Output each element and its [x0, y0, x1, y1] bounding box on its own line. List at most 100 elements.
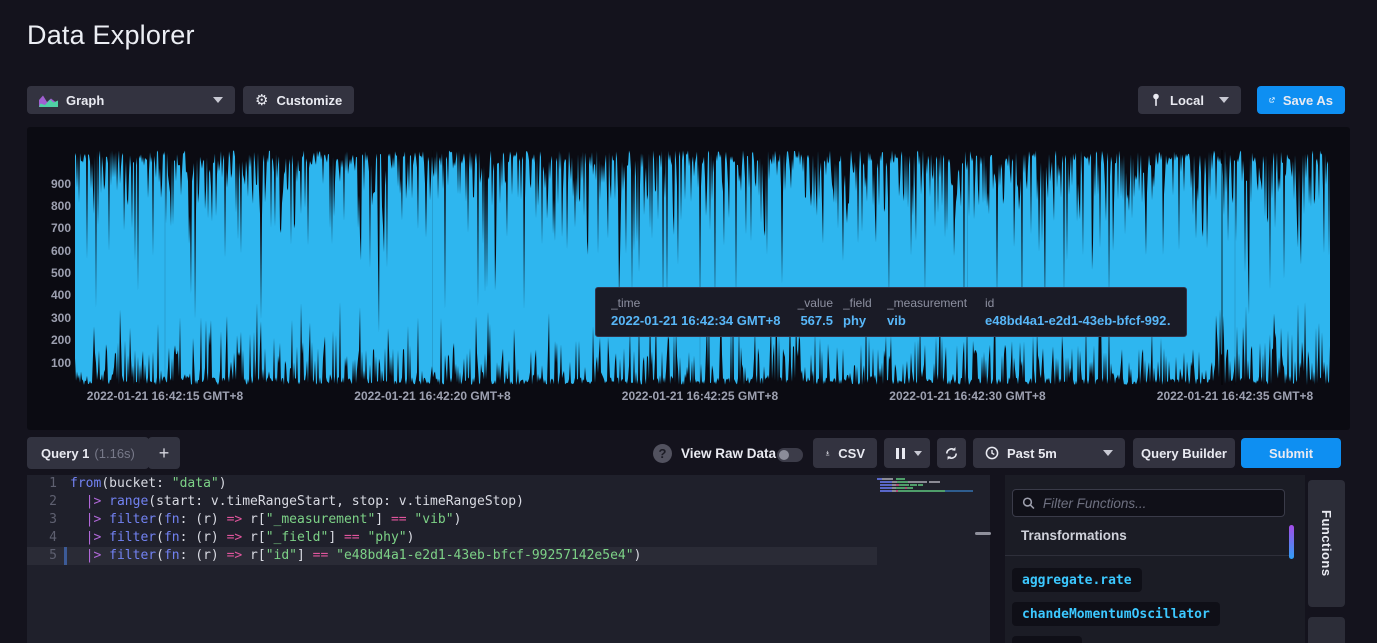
tooltip-column: _time 2022-01-21 16:42:34 GMT+8	[611, 296, 791, 328]
tooltip-column: _measurementvib	[887, 296, 985, 328]
query-duration: (1.16s)	[94, 446, 134, 461]
x-tick-label: 2022-01-21 16:42:25 GMT+8	[622, 389, 778, 403]
view-raw-data-label: View Raw Data	[681, 446, 776, 461]
save-as-button[interactable]: Save As	[1257, 86, 1345, 114]
tab-secondary[interactable]	[1308, 617, 1345, 643]
y-tick-label: 400	[31, 288, 71, 302]
code-line[interactable]: 3 |> filter(fn: (r) => r["_measurement"]…	[27, 511, 990, 529]
tooltip-value: e48bd4a1-e2d1-43eb-bfcf-992…	[985, 313, 1171, 328]
y-tick-label: 300	[31, 311, 71, 325]
minimap-row	[877, 478, 987, 480]
x-tick-label: 2022-01-21 16:42:20 GMT+8	[354, 389, 510, 403]
y-tick-label: 500	[31, 266, 71, 280]
section-title: Transformations	[1021, 528, 1127, 543]
tooltip-value: 567.5	[791, 313, 833, 328]
tooltip-header: _value	[791, 296, 833, 310]
panel-resize-handle[interactable]	[975, 532, 991, 535]
minimap-row	[877, 487, 987, 489]
chart-series-area	[75, 151, 1330, 386]
query-builder-button[interactable]: Query Builder	[1133, 438, 1235, 468]
tab-functions-label: Functions	[1319, 510, 1334, 577]
minimap-row	[877, 484, 987, 486]
refresh-button[interactable]	[937, 438, 966, 468]
search-icon	[1022, 496, 1035, 510]
export-icon	[1269, 93, 1275, 107]
pause-button[interactable]	[884, 438, 930, 468]
code-text: |> filter(fn: (r) => r["_field"] == "phy…	[57, 529, 414, 547]
editor-minimap[interactable]	[877, 478, 987, 493]
panel-scrollbar[interactable]	[1289, 525, 1294, 559]
code-line[interactable]: 5 |> filter(fn: (r) => r["id"] == "e48bd…	[27, 547, 877, 565]
y-tick-label: 100	[31, 356, 71, 370]
tooltip-header: _field	[843, 296, 887, 310]
submit-label: Submit	[1269, 446, 1313, 461]
download-icon	[825, 446, 830, 460]
save-as-label: Save As	[1283, 93, 1333, 108]
y-tick-label: 600	[31, 244, 71, 258]
tooltip-value: 2022-01-21 16:42:34 GMT+8	[611, 313, 791, 328]
tooltip-column: ide48bd4a1-e2d1-43eb-bfcf-992…	[985, 296, 1171, 328]
divider	[1005, 555, 1290, 556]
clock-icon	[985, 446, 999, 460]
csv-download-button[interactable]: CSV	[813, 438, 877, 468]
tooltip-header: _time	[611, 296, 791, 310]
query-tab-label: Query 1	[41, 446, 89, 461]
code-text: |> filter(fn: (r) => r["id"] == "e48bd4a…	[57, 547, 641, 565]
y-tick-label: 200	[31, 333, 71, 347]
flux-code-editor[interactable]: 1from(bucket: "data")2 |> range(start: v…	[27, 475, 990, 643]
tooltip-column: _value 567.5	[791, 296, 833, 328]
customize-button[interactable]: ⚙ Customize	[243, 86, 354, 114]
code-line[interactable]: 4 |> filter(fn: (r) => r["_field"] == "p…	[27, 529, 990, 547]
query-builder-label: Query Builder	[1141, 446, 1227, 461]
help-icon[interactable]: ?	[653, 444, 672, 463]
y-tick-label: 900	[31, 177, 71, 191]
chevron-down-icon	[914, 451, 922, 456]
chart-plot[interactable]	[75, 150, 1330, 385]
line-number: 3	[27, 511, 57, 529]
chevron-down-icon	[213, 97, 223, 103]
x-tick-label: 2022-01-21 16:42:30 GMT+8	[889, 389, 1045, 403]
tooltip-value: vib	[887, 313, 985, 328]
function-chip[interactable]: aggregate.rate	[1012, 568, 1142, 592]
minimap-row	[877, 490, 987, 492]
chevron-down-icon	[1219, 97, 1229, 103]
submit-button[interactable]: Submit	[1241, 438, 1341, 468]
code-text: |> filter(fn: (r) => r["_measurement"] =…	[57, 511, 461, 529]
time-range-dropdown[interactable]: Past 5m	[973, 438, 1125, 468]
view-raw-data-toggle[interactable]	[777, 448, 803, 462]
function-search-box[interactable]	[1012, 489, 1285, 517]
time-range-label: Past 5m	[1007, 446, 1057, 461]
customize-label: Customize	[276, 93, 342, 108]
code-line[interactable]: 2 |> range(start: v.timeRangeStart, stop…	[27, 493, 990, 511]
toggle-knob	[779, 450, 789, 460]
csv-label: CSV	[838, 446, 865, 461]
area-chart-icon	[39, 94, 58, 107]
chart-panel: 900 800 700 600 500 400 300 200 100 2022-01-21 1…	[27, 127, 1350, 430]
data-explorer-page: Data Explorer Graph ⚙ Customize Local Sa…	[0, 0, 1377, 643]
line-number: 1	[27, 475, 57, 493]
line-number: 4	[27, 529, 57, 547]
graph-type-label: Graph	[66, 93, 104, 108]
minimap-row	[877, 481, 987, 483]
query-tab[interactable]: Query 1 (1.16s)	[27, 437, 149, 469]
x-tick-label: 2022-01-21 16:42:15 GMT+8	[87, 389, 243, 403]
pause-icon	[896, 448, 905, 459]
function-chip-partial[interactable]	[1012, 636, 1082, 643]
tab-functions[interactable]: Functions	[1308, 480, 1345, 607]
code-text: |> range(start: v.timeRangeStart, stop: …	[57, 493, 524, 511]
functions-panel: Transformations aggregate.rate chandeMom…	[1005, 475, 1305, 643]
local-dropdown[interactable]: Local	[1138, 86, 1241, 114]
tooltip-column: _fieldphy	[843, 296, 887, 328]
code-line[interactable]: 1from(bucket: "data")	[27, 475, 990, 493]
y-tick-label: 800	[31, 199, 71, 213]
tooltip-header: _measurement	[887, 296, 985, 310]
pin-icon	[1150, 93, 1162, 107]
local-label: Local	[1170, 93, 1204, 108]
graph-type-dropdown[interactable]: Graph	[27, 86, 235, 114]
add-query-button[interactable]: +	[148, 437, 180, 469]
code-text: from(bucket: "data")	[57, 475, 227, 493]
y-tick-label: 700	[31, 221, 71, 235]
function-search-input[interactable]	[1043, 496, 1275, 511]
function-chip[interactable]: chandeMomentumOscillator	[1012, 602, 1220, 626]
chevron-down-icon	[1103, 450, 1113, 456]
